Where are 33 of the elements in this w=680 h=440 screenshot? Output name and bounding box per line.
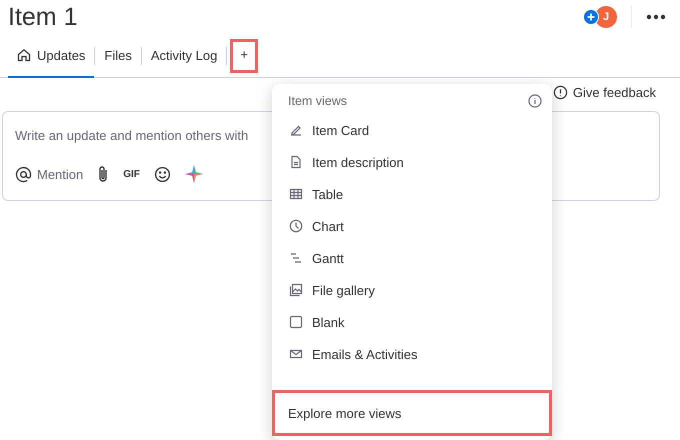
- menu-item[interactable]: Item description: [272, 146, 552, 178]
- menu-item[interactable]: Chart: [272, 210, 552, 242]
- menu-heading: Item views: [288, 94, 348, 108]
- update-placeholder: Write an update and mention others with: [15, 128, 248, 143]
- home-icon: [17, 48, 31, 62]
- envelope-icon: [289, 347, 303, 361]
- clock-icon: [289, 219, 303, 233]
- table-icon: [289, 187, 303, 201]
- smiley-icon[interactable]: [154, 166, 171, 182]
- image-gallery-icon: [289, 283, 303, 297]
- add-person-icon[interactable]: [583, 9, 599, 25]
- tab[interactable]: Files: [95, 34, 141, 78]
- sparkle-icon[interactable]: [184, 165, 203, 183]
- paperclip-icon[interactable]: [97, 165, 110, 183]
- menu-item[interactable]: Item Card: [272, 114, 552, 146]
- document-icon: [289, 155, 303, 169]
- menu-item[interactable]: Blank: [272, 306, 552, 338]
- gantt-icon: [289, 251, 303, 265]
- explore-more-views-button[interactable]: Explore more views: [272, 390, 552, 436]
- menu-item[interactable]: Table: [272, 178, 552, 210]
- menu-item[interactable]: File gallery: [272, 274, 552, 306]
- tab[interactable]: Updates: [8, 34, 94, 78]
- tab[interactable]: Activity Log: [142, 34, 226, 78]
- more-icon[interactable]: [646, 14, 666, 20]
- square-icon: [289, 315, 303, 329]
- gif-button[interactable]: GIF: [123, 168, 140, 180]
- at-sign-icon: [15, 166, 32, 182]
- pencil-icon: [289, 123, 303, 137]
- mention-button[interactable]: Mention: [15, 166, 84, 182]
- menu-item[interactable]: Gantt: [272, 242, 552, 274]
- item-title: Item 1: [8, 2, 78, 32]
- menu-item[interactable]: Emails & Activities: [272, 338, 552, 370]
- give-feedback-button[interactable]: Give feedback: [546, 84, 662, 101]
